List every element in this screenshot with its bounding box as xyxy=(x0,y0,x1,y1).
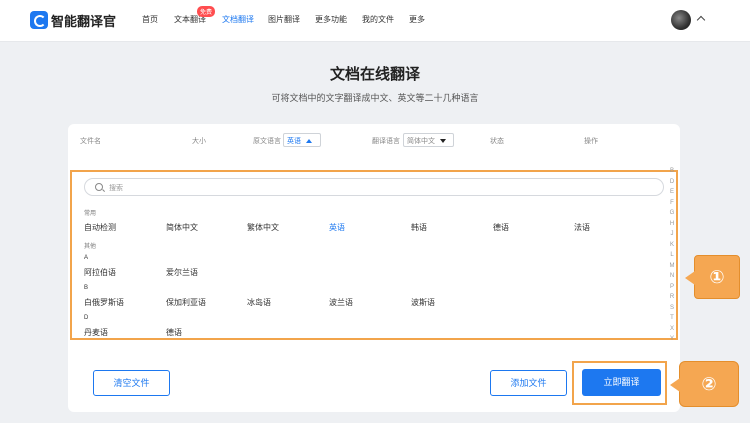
source-language-select[interactable]: 英语 xyxy=(283,133,321,147)
search-placeholder: 搜索 xyxy=(109,185,123,192)
brand-name[interactable]: 智能翻译官 xyxy=(51,11,116,30)
caret-up-icon xyxy=(306,139,312,144)
alpha-letter[interactable]: B xyxy=(668,168,676,179)
chevron-up-icon[interactable] xyxy=(696,15,706,25)
lang-option[interactable]: 简体中文 xyxy=(166,222,198,233)
lang-option[interactable]: 波斯语 xyxy=(411,297,435,308)
other-label: 其他 xyxy=(84,244,97,250)
alpha-letter[interactable]: S xyxy=(668,305,676,316)
lang-option[interactable]: 自动检测 xyxy=(84,222,116,233)
alpha-letter[interactable]: N xyxy=(668,273,676,284)
file-table-header: 文件名 大小 原文语言 英语 翻译语言 简体中文 状态 操作 xyxy=(68,131,680,151)
alpha-letter[interactable]: R xyxy=(668,294,676,305)
top-navbar: 智能翻译官 首页 文本翻译 免费 文档翻译 图片翻译 更多功能 我的文件 更多 xyxy=(0,0,750,42)
col-action: 操作 xyxy=(584,138,598,145)
alpha-letter[interactable]: F xyxy=(668,200,676,211)
page-subtitle: 可将文档中的文字翻译成中文、英文等二十几种语言 xyxy=(271,93,479,103)
nav-more-features[interactable]: 更多功能 xyxy=(315,14,347,25)
group-letter-a: A xyxy=(84,255,89,261)
nav-image-translate[interactable]: 图片翻译 xyxy=(268,14,300,25)
group-letter-b: B xyxy=(84,285,89,291)
lang-option[interactable]: 繁体中文 xyxy=(247,222,279,233)
lang-option[interactable]: 保加利亚语 xyxy=(166,297,206,308)
alpha-letter[interactable]: T xyxy=(668,315,676,326)
alpha-letter[interactable]: J xyxy=(668,231,676,242)
caret-down-icon xyxy=(440,139,446,144)
language-search-input[interactable]: 搜索 xyxy=(84,178,664,196)
alpha-letter[interactable]: K xyxy=(668,242,676,253)
alpha-letter[interactable]: D xyxy=(668,179,676,190)
source-language-value: 英语 xyxy=(287,138,301,145)
lang-option[interactable]: 韩语 xyxy=(411,222,427,233)
col-filename: 文件名 xyxy=(80,138,101,145)
nav-more[interactable]: 更多 xyxy=(409,14,425,25)
step-two-callout: ② xyxy=(670,361,739,407)
lang-option-selected[interactable]: 英语 xyxy=(329,222,345,233)
lang-option[interactable]: 德语 xyxy=(493,222,509,233)
alpha-letter[interactable]: Y xyxy=(668,336,676,347)
alphabet-index: B D E F G H J K L M N P R S T X Y xyxy=(668,168,676,347)
col-source-language: 原文语言 xyxy=(253,138,281,145)
nav-home[interactable]: 首页 xyxy=(142,14,158,25)
lang-option[interactable]: 德语 xyxy=(166,327,182,338)
add-file-button[interactable]: 添加文件 xyxy=(490,370,567,396)
common-label: 常用 xyxy=(84,211,97,217)
nav-my-files[interactable]: 我的文件 xyxy=(362,14,394,25)
lang-option[interactable]: 爱尔兰语 xyxy=(166,267,198,278)
lang-option[interactable]: 阿拉伯语 xyxy=(84,267,116,278)
alpha-letter[interactable]: G xyxy=(668,210,676,221)
step-one-callout: ① xyxy=(685,255,740,299)
col-target-language: 翻译语言 xyxy=(372,138,400,145)
lang-option[interactable]: 波兰语 xyxy=(329,297,353,308)
translate-now-button[interactable]: 立即翻译 xyxy=(582,369,661,396)
target-language-select[interactable]: 简体中文 xyxy=(403,133,454,147)
alpha-letter[interactable]: L xyxy=(668,252,676,263)
target-language-value: 简体中文 xyxy=(407,138,435,145)
app-logo-icon[interactable] xyxy=(30,11,48,29)
nav-doc-translate[interactable]: 文档翻译 xyxy=(222,14,254,25)
language-picker-panel: 搜索 常用 自动检测 简体中文 繁体中文 英语 韩语 德语 法语 其他 A 阿拉… xyxy=(70,170,678,340)
alpha-letter[interactable]: P xyxy=(668,284,676,295)
free-badge: 免费 xyxy=(197,6,216,17)
alpha-letter[interactable]: E xyxy=(668,189,676,200)
alpha-letter[interactable]: M xyxy=(668,263,676,274)
lang-option[interactable]: 冰岛语 xyxy=(247,297,271,308)
alpha-letter[interactable]: X xyxy=(668,326,676,337)
group-letter-d: D xyxy=(84,315,89,321)
alpha-letter[interactable]: H xyxy=(668,221,676,232)
clear-files-button[interactable]: 清空文件 xyxy=(93,370,170,396)
avatar[interactable] xyxy=(671,10,691,30)
lang-option[interactable]: 法语 xyxy=(574,222,590,233)
page-title: 文档在线翻译 xyxy=(329,66,420,83)
search-icon xyxy=(95,183,103,191)
col-status: 状态 xyxy=(490,138,504,145)
lang-option[interactable]: 丹麦语 xyxy=(84,327,108,338)
lang-option[interactable]: 白俄罗斯语 xyxy=(84,297,124,308)
col-size: 大小 xyxy=(192,138,206,145)
